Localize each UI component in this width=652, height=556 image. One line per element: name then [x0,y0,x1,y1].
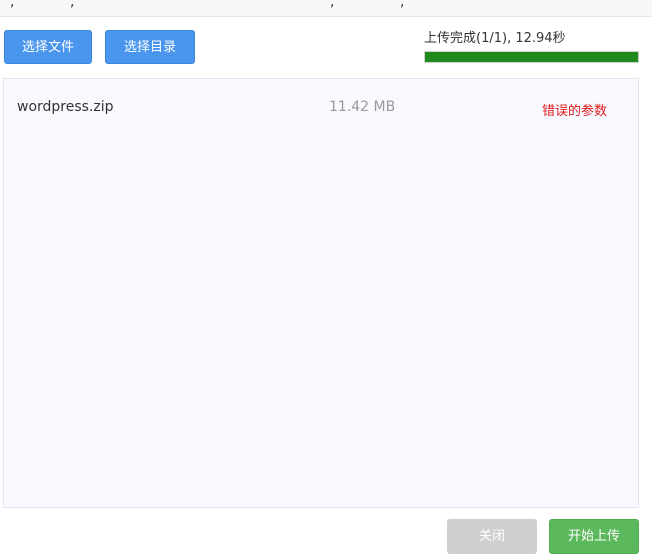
upload-progress-fill [425,52,638,62]
file-name: wordpress.zip [17,99,114,115]
clipped-title-text: , [70,0,75,10]
upload-progress: 上传完成(1/1), 12.94秒 [424,27,639,63]
close-button[interactable]: 关闭 [447,519,537,554]
select-directory-button[interactable]: 选择目录 [105,30,195,64]
file-status-error: 错误的参数 [542,104,608,119]
upload-progress-bar [424,51,639,63]
file-size: 11.42 MB [329,99,396,115]
clipped-title-text: , [330,0,335,10]
select-file-button[interactable]: 选择文件 [4,30,92,64]
clipped-title-text: , [10,0,15,10]
file-list-item: wordpress.zip 11.42 MB 错误的参数 [4,99,638,119]
dialog-title-bar-clipped: , , , , [0,0,652,17]
upload-progress-text: 上传完成(1/1), 12.94秒 [424,31,566,46]
upload-file-list: wordpress.zip 11.42 MB 错误的参数 [3,78,639,508]
clipped-title-text: , [400,0,405,10]
start-upload-button[interactable]: 开始上传 [549,519,639,554]
